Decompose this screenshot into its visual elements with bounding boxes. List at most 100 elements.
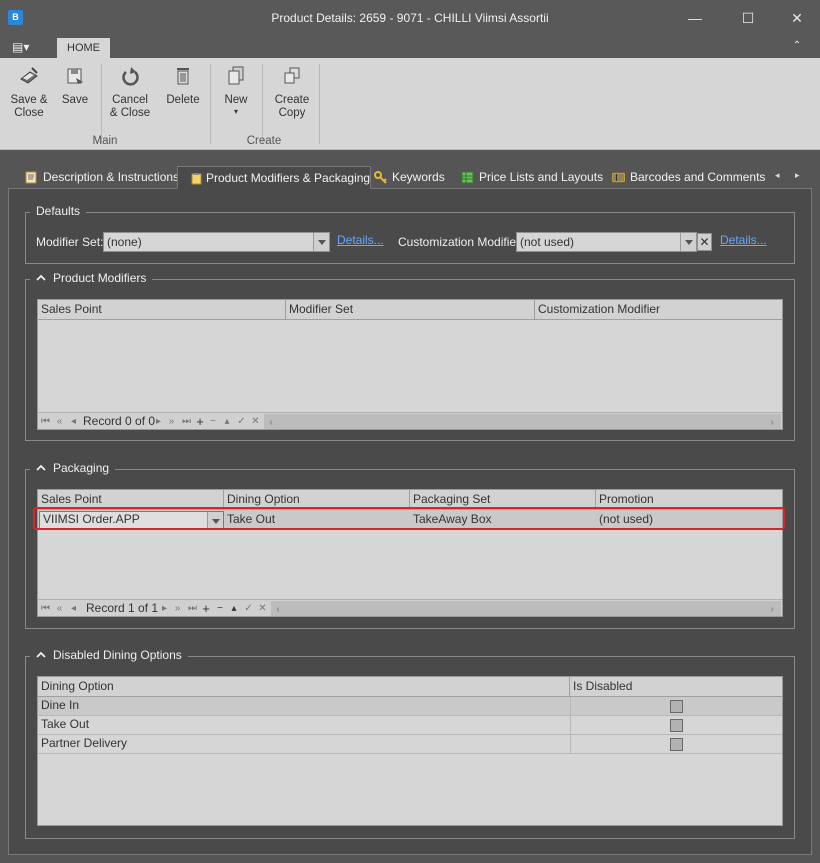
modifier-set-combo[interactable]: (none): [103, 232, 330, 252]
chevron-down-icon[interactable]: [680, 233, 696, 251]
modifier-set-label: Modifier Set:: [36, 235, 104, 249]
copy-icon: [284, 67, 300, 84]
previous-page-icon[interactable]: «: [54, 601, 65, 616]
first-record-icon[interactable]: ⏮: [40, 601, 51, 616]
maximize-button[interactable]: ☐: [735, 8, 761, 28]
document-icon: [25, 171, 37, 184]
move-up-icon[interactable]: ▴: [222, 414, 232, 429]
product-modifiers-title[interactable]: Product Modifiers: [30, 271, 153, 285]
modifier-set-details-link[interactable]: Details...: [337, 233, 384, 247]
next-record-icon[interactable]: ▸: [160, 601, 169, 616]
next-page-icon[interactable]: »: [166, 414, 177, 429]
tab-product-modifiers-packaging[interactable]: Product Modifiers & Packaging: [177, 166, 372, 189]
column-header-sales-point[interactable]: Sales Point: [38, 300, 286, 320]
ribbon-tab-strip: [0, 36, 820, 58]
previous-record-icon[interactable]: ◂: [69, 414, 78, 429]
last-record-icon[interactable]: ⏭: [181, 414, 192, 429]
previous-record-icon[interactable]: ◂: [69, 601, 78, 616]
dining-option-cell: Dine In: [41, 698, 80, 712]
next-record-icon[interactable]: ▸: [154, 414, 163, 429]
save-close-icon: [20, 67, 38, 84]
ribbon-group-create: Create: [246, 135, 282, 147]
horizontal-scrollbar[interactable]: ‹ ›: [271, 601, 781, 616]
close-button[interactable]: ✕: [784, 8, 810, 28]
new-dropdown-arrow: ▾: [233, 107, 238, 116]
cancel-edit-icon[interactable]: ✕: [257, 601, 268, 616]
cancel-edit-icon[interactable]: ✕: [250, 414, 261, 429]
table-row[interactable]: Take Out: [38, 716, 782, 735]
save-close-button[interactable]: Save & Close: [7, 64, 51, 120]
new-label: New: [224, 94, 248, 106]
tab-label: Keywords: [392, 170, 445, 184]
undo-icon: [122, 67, 139, 86]
move-up-icon[interactable]: ▴: [229, 601, 239, 616]
save-icon: [67, 68, 83, 84]
add-record-icon[interactable]: +: [201, 601, 211, 616]
scroll-left-icon[interactable]: ‹: [273, 602, 283, 616]
product-modifiers-title-text: Product Modifiers: [53, 271, 147, 285]
save-close-label-1: Save &: [10, 94, 48, 106]
column-header-dining-option[interactable]: Dining Option: [38, 677, 570, 697]
defaults-title: Defaults: [30, 204, 87, 218]
is-disabled-checkbox[interactable]: [670, 700, 683, 713]
is-disabled-checkbox[interactable]: [670, 738, 683, 751]
tab-scroll-right-button[interactable]: ▸: [795, 170, 800, 181]
packaging-title-text: Packaging: [53, 461, 110, 475]
column-header-modifier-set[interactable]: Modifier Set: [286, 300, 535, 320]
first-record-icon[interactable]: ⏮: [40, 414, 51, 429]
customization-details-link[interactable]: Details...: [720, 233, 767, 247]
record-count: Record 1 of 1: [86, 601, 159, 615]
ribbon-separator: [101, 64, 102, 144]
save-button[interactable]: Save: [58, 64, 92, 107]
column-header-is-disabled[interactable]: Is Disabled: [570, 677, 782, 697]
scroll-right-icon[interactable]: ›: [767, 415, 777, 429]
disabled-dining-title[interactable]: Disabled Dining Options: [30, 648, 188, 662]
disabled-dining-title-text: Disabled Dining Options: [53, 648, 182, 662]
minimize-button[interactable]: —: [682, 8, 708, 28]
tab-label: Barcodes and Comments: [630, 170, 766, 184]
cancel-close-label-2: & Close: [109, 107, 151, 119]
table-row[interactable]: Partner Delivery: [38, 735, 782, 754]
tab-scroll-left-button[interactable]: ◂: [775, 170, 780, 181]
previous-page-icon[interactable]: «: [54, 414, 65, 429]
end-edit-icon[interactable]: ✓: [236, 414, 247, 429]
packaging-title[interactable]: Packaging: [30, 461, 116, 475]
column-header-customization-modifier[interactable]: Customization Modifier: [535, 300, 782, 320]
add-record-icon[interactable]: +: [195, 414, 205, 429]
next-page-icon[interactable]: »: [172, 601, 183, 616]
record-count: Record 0 of 0: [83, 414, 156, 428]
clear-customization-button[interactable]: ✕: [697, 233, 712, 251]
key-icon: [374, 171, 387, 184]
is-disabled-checkbox[interactable]: [670, 719, 683, 732]
cancel-close-button[interactable]: Cancel & Close: [108, 64, 152, 120]
end-edit-icon[interactable]: ✓: [243, 601, 254, 616]
tab-barcodes-comments[interactable]: Barcodes and Comments: [612, 166, 765, 189]
remove-record-icon[interactable]: −: [208, 414, 218, 429]
product-modifiers-grid: Sales Point Modifier Set Customization M…: [37, 299, 783, 430]
dining-option-cell: Partner Delivery: [41, 736, 128, 750]
tab-price-lists-layouts[interactable]: Price Lists and Layouts: [461, 166, 603, 189]
tab-label: Description & Instructions: [43, 170, 180, 184]
scroll-left-icon[interactable]: ‹: [266, 415, 276, 429]
customization-modifier-combo[interactable]: (not used): [516, 232, 697, 252]
last-record-icon[interactable]: ⏭: [187, 601, 198, 616]
dining-option-cell: Take Out: [41, 717, 90, 731]
tab-label: Product Modifiers & Packaging: [206, 171, 371, 185]
scroll-right-icon[interactable]: ›: [767, 602, 777, 616]
new-button[interactable]: New ▾: [218, 64, 254, 116]
table-row[interactable]: Dine In: [38, 697, 782, 716]
collapse-ribbon-icon[interactable]: ⌃: [790, 40, 804, 54]
chevron-up-icon: [36, 274, 46, 281]
tab-description-instructions[interactable]: Description & Instructions: [25, 166, 179, 189]
ribbon-tab-home[interactable]: HOME: [57, 38, 110, 58]
delete-button[interactable]: Delete: [163, 64, 203, 107]
tab-keywords[interactable]: Keywords: [374, 166, 445, 189]
horizontal-scrollbar[interactable]: ‹ ›: [264, 414, 781, 429]
create-copy-button[interactable]: Create Copy: [270, 64, 314, 120]
trash-icon: [177, 68, 189, 85]
remove-record-icon[interactable]: −: [215, 601, 225, 616]
clipboard-icon: [191, 173, 202, 185]
ribbon-separator: [210, 64, 211, 144]
chevron-down-icon[interactable]: [313, 233, 329, 251]
app-menu-icon[interactable]: ▤▾: [12, 40, 42, 56]
